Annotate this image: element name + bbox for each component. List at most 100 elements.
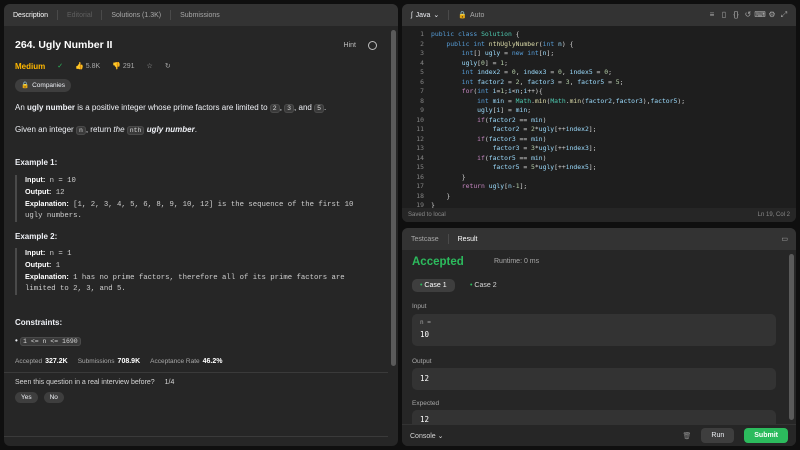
text: . xyxy=(323,103,327,113)
auto-mode[interactable]: 🔒 Auto xyxy=(449,4,493,26)
scrollbar[interactable] xyxy=(789,254,794,420)
label: Output: xyxy=(25,186,52,196)
expected-box: 12 xyxy=(412,410,776,424)
inline-code: 1 <= n <= 1690 xyxy=(20,336,81,346)
run-button[interactable]: Run xyxy=(701,428,735,443)
tab-result[interactable]: Result xyxy=(449,228,487,250)
editor-status-bar: Saved to local Ln 19, Col 2 xyxy=(402,208,796,222)
case-1-tab[interactable]: • Case 1 xyxy=(412,279,455,292)
thumbs-up-icon: 👍 xyxy=(75,62,84,70)
difficulty-badge: Medium xyxy=(15,62,46,72)
line-number: 15 xyxy=(416,163,424,171)
terminal-icon[interactable]: ⌨ xyxy=(754,10,766,20)
stats-row: Accepted 327.2K Submissions 708.9K Accepta… xyxy=(15,358,223,365)
text: , and xyxy=(294,103,315,113)
language-select[interactable]: ʃ Java ⌄ xyxy=(402,4,448,26)
yes-button[interactable]: Yes xyxy=(15,392,38,403)
interview-question: Seen this question in a real interview b… xyxy=(15,379,174,403)
tab-solutions[interactable]: Solutions (1.3K) xyxy=(102,4,170,26)
companies-chip[interactable]: 🔒 Companies xyxy=(15,78,71,93)
text: , return xyxy=(85,124,114,134)
value: n = 10 xyxy=(45,177,76,186)
text: . xyxy=(194,124,197,134)
dislikes-count: 291 xyxy=(122,62,135,70)
line-number: 14 xyxy=(416,153,424,162)
braces-icon[interactable]: {} xyxy=(730,10,742,20)
thumbs-down-icon: 👎 xyxy=(112,62,121,70)
input-var: n = xyxy=(420,319,431,326)
dislike-button[interactable]: 👎 291 xyxy=(112,62,134,72)
value: 12 xyxy=(51,188,65,197)
saved-status: Saved to local xyxy=(408,212,446,218)
line-number: 3 xyxy=(420,49,424,57)
line-number: 1 xyxy=(420,30,424,38)
console-button[interactable]: Console ⌄ xyxy=(410,432,444,440)
scrollbar[interactable] xyxy=(391,30,396,366)
result-status: Accepted xyxy=(412,256,464,268)
expected-value: 12 xyxy=(420,415,430,424)
no-button[interactable]: No xyxy=(43,392,64,403)
code-area[interactable]: 1 2 3 4 5 6 7 8 9 10 11 12 13 14 15 16 17 18 19 public cla… xyxy=(402,26,796,209)
gear-icon[interactable]: ⚙ xyxy=(766,10,778,20)
tab-description[interactable]: Description xyxy=(4,4,57,26)
label: Input: xyxy=(25,248,46,258)
editor-toolbar: ʃ Java ⌄ 🔒 Auto ≡ ▯ {} ↺ ⌨ ⚙ ⤢ xyxy=(402,4,796,26)
line-number: 12 xyxy=(416,134,424,143)
problem-tabs: Description Editorial Solutions (1.3K) S… xyxy=(4,4,398,26)
label: Input: xyxy=(25,175,46,185)
problem-panel: Description Editorial Solutions (1.3K) S… xyxy=(4,4,398,446)
hint-button[interactable]: Hint xyxy=(344,41,356,51)
inline-code: 2 xyxy=(269,104,280,114)
inline-code: n xyxy=(75,125,86,135)
reset-icon[interactable]: ↺ xyxy=(742,10,754,20)
collapse-icon[interactable]: ▭ xyxy=(781,235,788,243)
divider xyxy=(4,436,388,437)
input-value: 10 xyxy=(420,330,430,339)
format-icon[interactable]: ≡ xyxy=(706,10,718,20)
text: Given an integer xyxy=(15,124,76,134)
settings-icon[interactable] xyxy=(368,41,377,51)
star-icon[interactable]: ☆ xyxy=(147,62,153,72)
bookmark-icon[interactable]: ▯ xyxy=(718,10,730,20)
text-bold-italic: ugly number xyxy=(144,124,195,134)
trash-icon[interactable]: 🗑 xyxy=(683,432,692,440)
interview-count: 1/4 xyxy=(164,379,175,386)
tab-testcase[interactable]: Testcase xyxy=(402,228,448,250)
tab-editorial[interactable]: Editorial xyxy=(58,4,101,26)
value: n = 1 xyxy=(45,250,72,259)
text: is a positive integer whose prime factor… xyxy=(75,103,270,113)
result-footer: Console ⌄ 🗑 Run Submit xyxy=(402,424,796,446)
line-number: 10 xyxy=(416,115,424,124)
stat-label: Accepted xyxy=(15,358,43,365)
text-italic: the xyxy=(113,124,127,134)
code-editor-panel: ʃ Java ⌄ 🔒 Auto ≡ ▯ {} ↺ ⌨ ⚙ ⤢ 1 2 3 4 5 6 7 8 9 10 1… xyxy=(402,4,796,222)
example-2: Input: n = 1 Output: 1 Explanation: 1 ha… xyxy=(15,248,377,296)
tab-submissions[interactable]: Submissions xyxy=(171,4,229,26)
output-value: 12 xyxy=(420,374,430,383)
interview-text: Seen this question in a real interview b… xyxy=(15,379,155,386)
case-2-tab[interactable]: • Case 2 xyxy=(462,279,505,292)
label: Explanation: xyxy=(25,272,69,282)
runtime: Runtime: 0 ms xyxy=(494,258,540,265)
share-icon[interactable]: ↻ xyxy=(165,62,171,72)
description-paragraph-2: Given an integer n, return the nth ugly … xyxy=(15,124,377,136)
problem-title[interactable]: 264. Ugly Number II xyxy=(15,38,112,53)
stat-value: 327.2K xyxy=(45,358,68,365)
output-box: 12 xyxy=(412,368,776,390)
value: limited to 2, 3, and 5. xyxy=(25,285,126,294)
line-number: 5 xyxy=(420,68,424,76)
cursor-position: Ln 19, Col 2 xyxy=(757,212,790,218)
line-number: 9 xyxy=(420,106,424,114)
pass-dot-icon: • xyxy=(420,282,423,289)
label: Explanation: xyxy=(25,198,69,208)
stat-value: 708.9K xyxy=(117,358,141,365)
inline-code: nth xyxy=(126,125,145,135)
mode-label: Auto xyxy=(469,11,485,19)
value: ugly numbers. xyxy=(25,211,82,220)
expand-icon[interactable]: ⤢ xyxy=(778,10,790,20)
like-button[interactable]: 👍 5.8K xyxy=(75,62,100,72)
value: 1 has no prime factors, therefore all of… xyxy=(68,274,345,283)
chevron-down-icon: ⌄ xyxy=(437,432,444,440)
submit-button[interactable]: Submit xyxy=(744,428,788,443)
text: An xyxy=(15,103,28,113)
